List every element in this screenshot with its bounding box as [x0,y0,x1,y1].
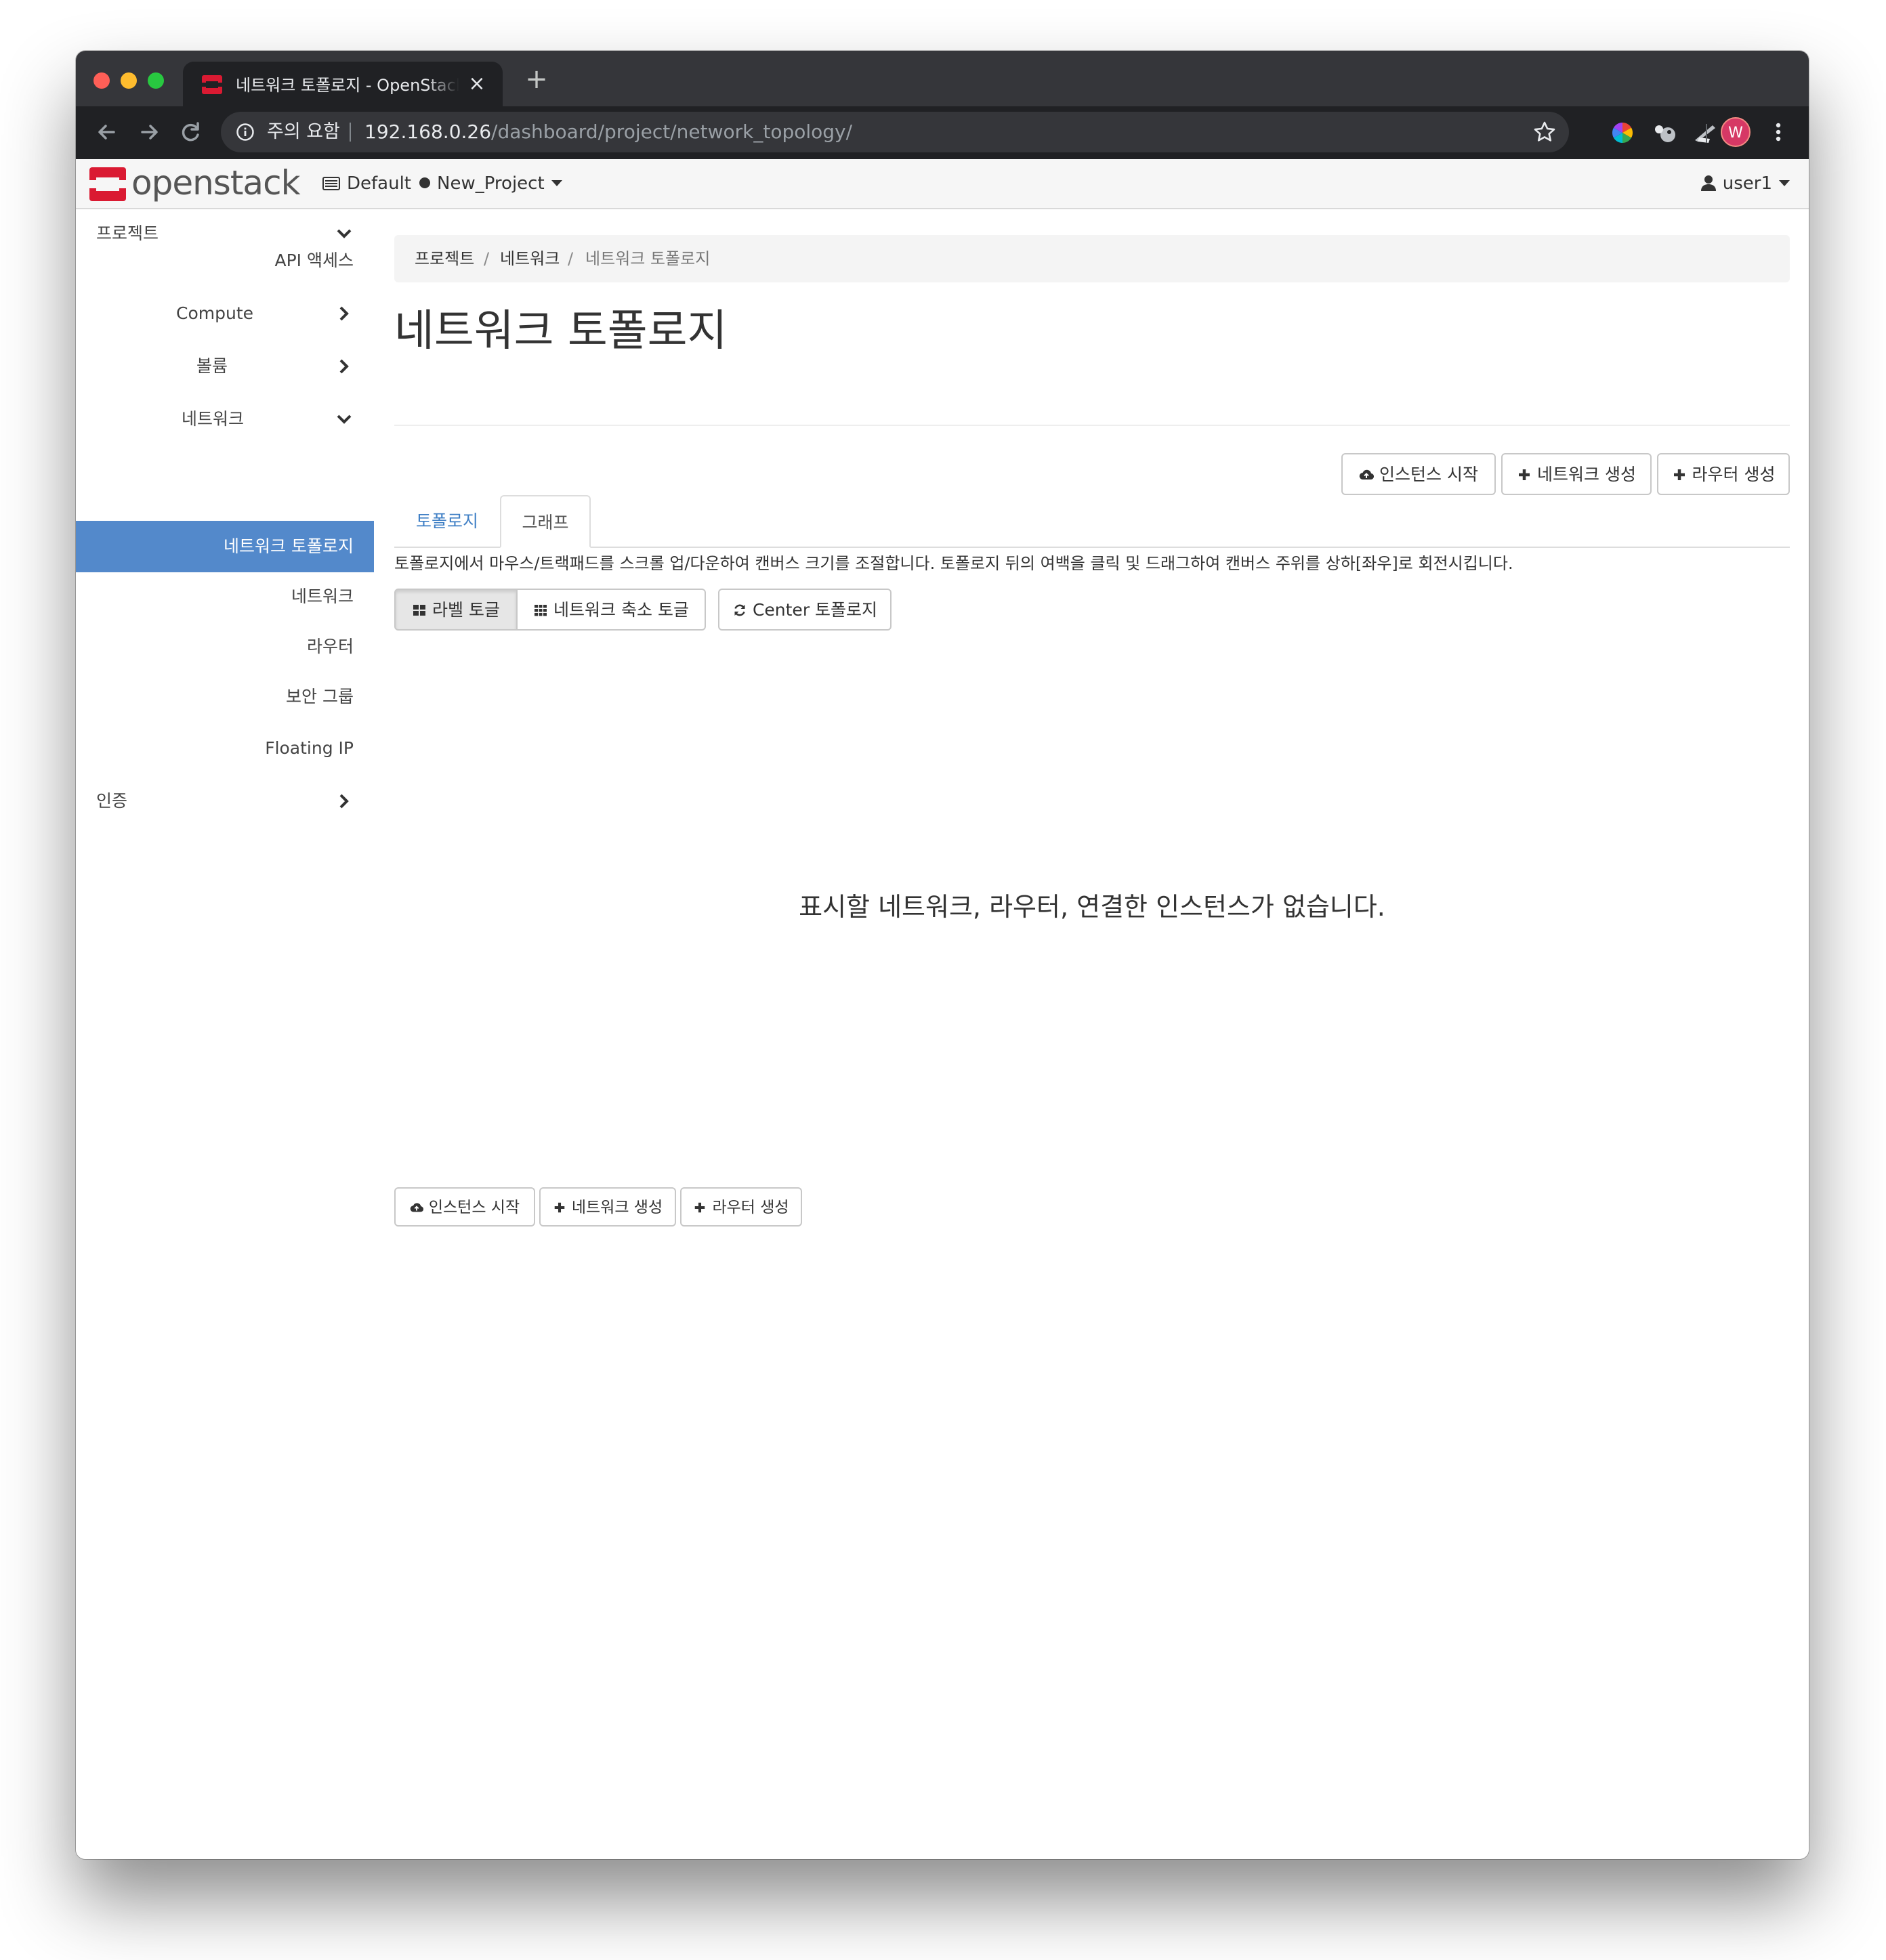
user-icon [1700,175,1716,191]
title-divider [394,425,1790,426]
address-bar[interactable]: 주의 요함 192.168.0.26/dashboard/project/net… [221,112,1569,152]
empty-topology-message: 표시할 네트워크, 라우터, 연결한 인스턴스가 없습니다. [799,892,1385,922]
sidebar-item-routers[interactable]: 라우터 [307,621,354,673]
project-name: New_Project [437,173,545,194]
sidebar-item-network-group[interactable]: 네트워크 [182,393,244,445]
breadcrumb-separator: / [568,249,574,268]
create-network-label: 네트워크 생성 [1537,465,1636,484]
plus-icon [695,1202,705,1213]
chevron-down-icon[interactable] [332,407,356,431]
separator-dot [419,177,430,188]
new-tab-button[interactable]: + [523,66,550,93]
th-icon [535,605,547,616]
color-wheel-extension-icon[interactable] [1610,120,1635,146]
sidebar-item-identity[interactable]: 인증 [96,775,127,827]
center-topology-button[interactable]: Center 토폴로지 [718,589,892,631]
more-menu-icon[interactable] [1768,117,1788,147]
minimize-window-button[interactable] [121,72,137,89]
chevron-right-icon[interactable] [332,354,356,379]
back-arrow-icon[interactable] [89,114,125,150]
openstack-logo-icon [89,167,126,201]
user-menu[interactable]: user1 [1700,159,1790,208]
profile-avatar[interactable]: W [1721,117,1751,147]
url-host: 192.168.0.26 [364,121,492,143]
refresh-icon [734,604,745,616]
create-router-button-bottom[interactable]: 라우터 생성 [680,1187,802,1227]
create-network-label: 네트워크 생성 [571,1199,663,1216]
plus-icon [554,1202,565,1213]
browser-window: 네트워크 토폴로지 - OpenStack Dashboard × + 주의 요… [76,51,1809,1859]
toggle-network-collapse-button[interactable]: 네트워크 축소 토글 [516,589,706,631]
toggle-labels-label: 라벨 토글 [432,600,500,620]
url-text[interactable]: 192.168.0.26/dashboard/project/network_t… [364,112,852,152]
launch-instance-label: 인스턴스 시작 [1379,465,1478,484]
breadcrumb-network[interactable]: 네트워크 [500,235,560,282]
logo-text: openstack [131,163,301,203]
launch-instance-label: 인스턴스 시작 [428,1199,520,1216]
user-name: user1 [1722,173,1772,194]
center-topology-label: Center 토폴로지 [752,600,878,620]
tabs-divider [394,547,1790,548]
reload-icon[interactable] [173,114,209,150]
toggle-network-collapse-label: 네트워크 축소 토글 [553,600,689,620]
caret-down-icon [551,180,562,186]
omnibox-separator [350,123,351,142]
top-navbar: openstack Default New_Project user1 [76,159,1809,209]
url-path: /dashboard/project/network_topology/ [491,121,853,143]
web-page: openstack Default New_Project user1 프로젝트 … [76,159,1809,1859]
sidebar-item-floating-ip[interactable]: Floating IP [265,723,354,774]
tab-strip: 네트워크 토폴로지 - OpenStack Dashboard × + [76,51,1809,106]
browser-toolbar: 주의 요함 192.168.0.26/dashboard/project/net… [76,106,1809,159]
project-selector[interactable]: Default New_Project [322,159,562,208]
sidebar-item-project[interactable]: 프로젝트 [96,208,159,259]
topology-help-text: 토폴로지에서 마우스/트랙패드를 스크롤 업/다운하여 캔버스 크기를 조절합니… [394,554,1513,573]
sidebar-item-networks[interactable]: 네트워크 [291,571,354,622]
sidebar-item-network-topology[interactable]: 네트워크 토폴로지 [224,521,354,572]
chevron-right-icon[interactable] [332,789,356,813]
tab-graph[interactable]: 그래프 [500,495,591,548]
sidebar-item-api-access[interactable]: API 액세스 [275,235,354,286]
close-tab-icon[interactable]: × [466,73,488,95]
info-icon[interactable] [236,123,255,142]
breadcrumb-project[interactable]: 프로젝트 [415,235,474,282]
list-icon [322,177,340,190]
security-warning-label[interactable]: 주의 요함 [267,112,340,152]
tab-topology[interactable]: 토폴로지 [394,495,500,548]
launch-instance-button-bottom[interactable]: 인스턴스 시작 [394,1187,535,1227]
caret-down-icon [1779,180,1790,186]
extension-icon[interactable] [1692,120,1718,146]
close-window-button[interactable] [93,72,110,89]
page-title: 네트워크 토폴로지 [394,306,728,356]
create-router-label: 라우터 생성 [1692,465,1776,484]
domain-name: Default [347,173,411,194]
forward-arrow-icon[interactable] [131,114,167,150]
sidebar-item-volume[interactable]: 볼륨 [196,341,228,392]
openstack-favicon-icon [202,75,222,94]
plus-icon [1519,469,1530,480]
breadcrumb: 프로젝트 / 네트워크 / 네트워크 토폴로지 [394,235,1790,282]
create-router-label: 라우터 생성 [712,1199,789,1216]
maximize-window-button[interactable] [148,72,164,89]
browser-tab[interactable]: 네트워크 토폴로지 - OpenStack Dashboard × [183,62,503,106]
cloud-upload-icon [1359,469,1375,480]
chevron-right-icon[interactable] [332,301,356,326]
toggle-labels-button[interactable]: 라벨 토글 [394,589,518,631]
star-icon[interactable] [1532,120,1557,144]
toolbar-separator [1706,124,1707,143]
launch-instance-button[interactable]: 인스턴스 시작 [1341,453,1496,495]
breadcrumb-current: 네트워크 토폴로지 [585,249,711,268]
breadcrumb-separator: / [484,249,490,268]
th-large-icon [413,605,426,616]
cloud-upload-icon [410,1203,423,1212]
sidebar-item-security-groups[interactable]: 보안 그룹 [286,671,354,723]
create-router-button[interactable]: 라우터 생성 [1657,453,1790,495]
tab-title: 네트워크 토폴로지 - OpenStack Dashboard [236,76,459,95]
create-network-button-bottom[interactable]: 네트워크 생성 [539,1187,676,1227]
plus-icon [1673,469,1685,480]
create-network-button[interactable]: 네트워크 생성 [1501,453,1652,495]
extension-icon[interactable] [1652,120,1677,146]
sidebar-item-compute[interactable]: Compute [176,288,253,339]
